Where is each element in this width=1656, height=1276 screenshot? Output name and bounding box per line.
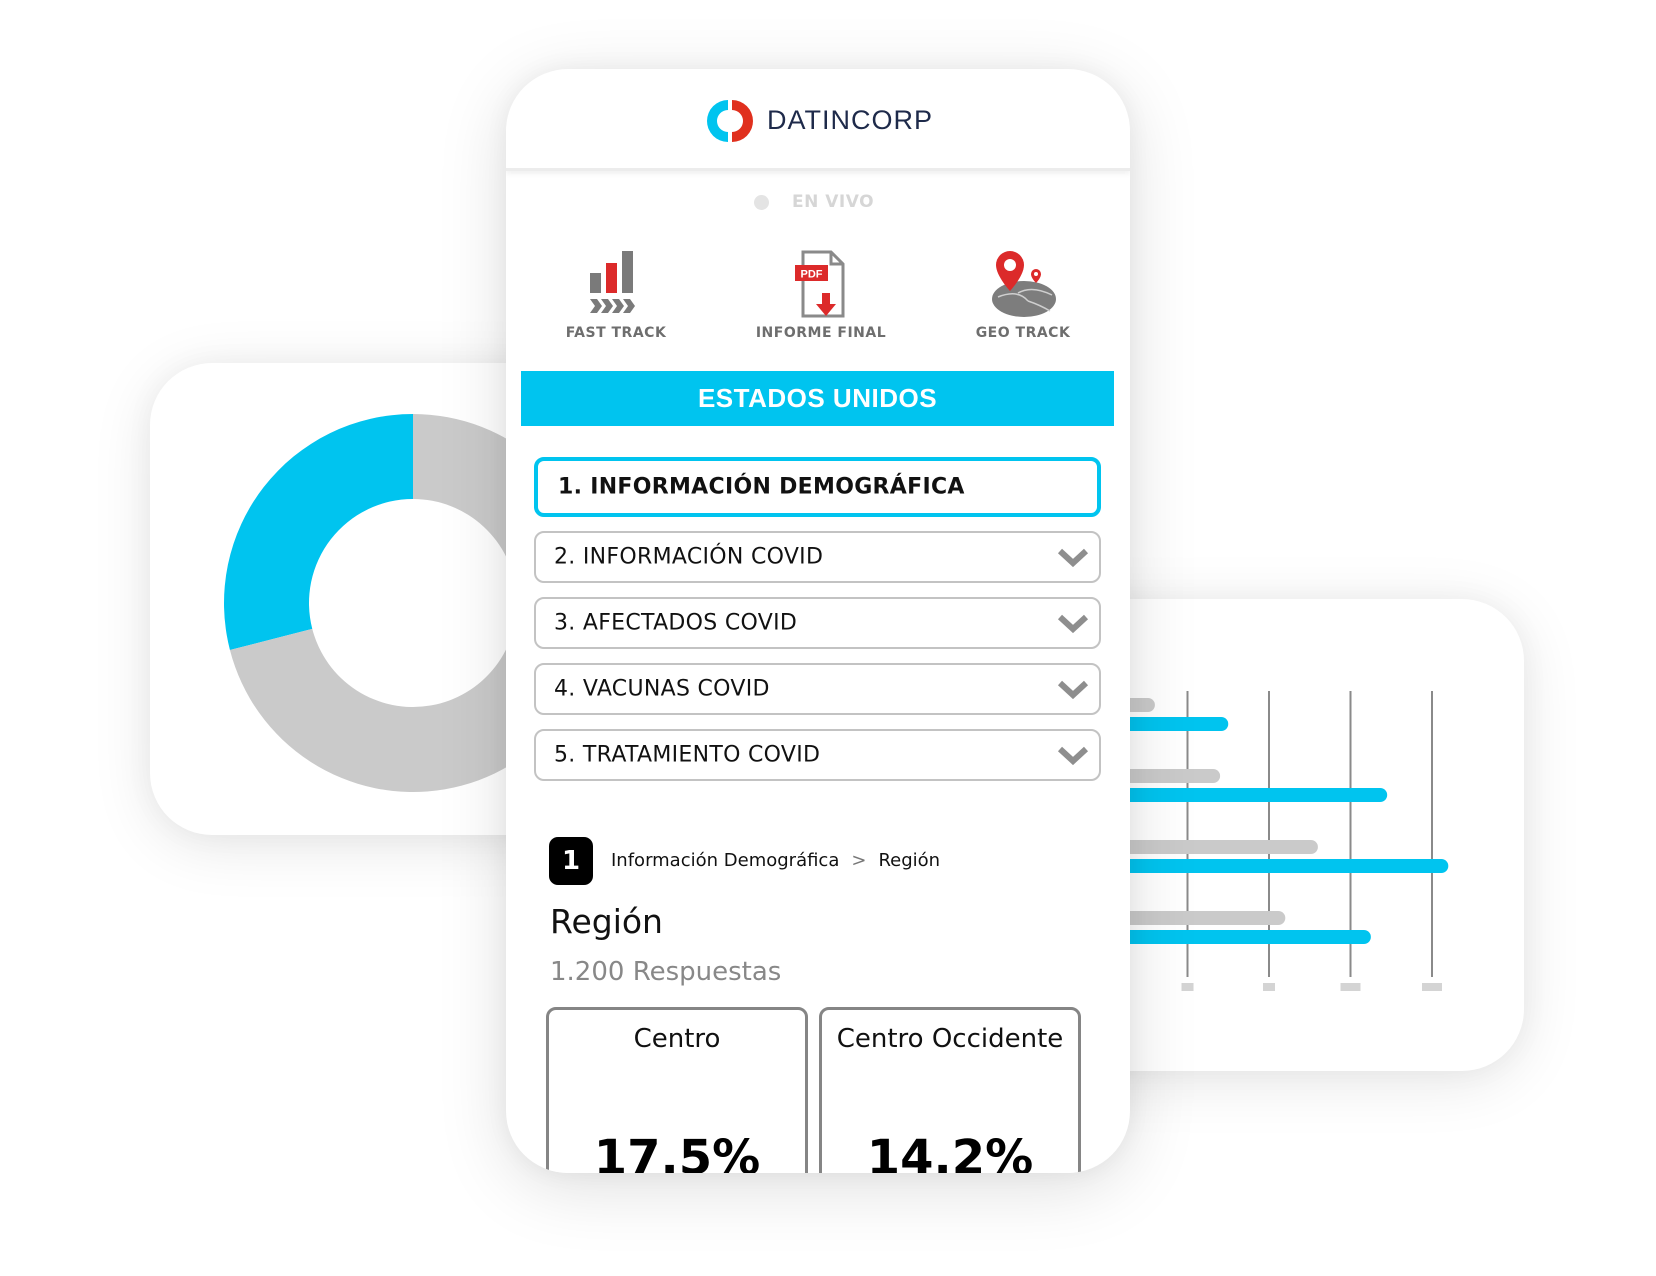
informe-final-label: INFORME FINAL: [755, 325, 887, 341]
live-label: EN VIVO: [792, 192, 875, 212]
datincorp-logo-icon: [707, 100, 753, 142]
chevron-down-icon: [1057, 548, 1089, 568]
section-item-tratamiento-covid[interactable]: 5. TRATAMIENTO COVID: [534, 729, 1101, 781]
section-item-vacunas-covid[interactable]: 4. VACUNAS COVID: [534, 663, 1101, 715]
breadcrumb-separator: >: [851, 850, 867, 871]
region-name: Centro: [633, 1024, 721, 1054]
fast-track-chart-icon: [590, 251, 635, 313]
map-pin-icon: [992, 251, 1056, 317]
tick-label-placeholder: [1263, 983, 1275, 991]
tick-label-placeholder: [1422, 983, 1442, 991]
tick-label-placeholder: [1181, 983, 1194, 991]
breadcrumb-current: Región: [878, 850, 941, 871]
tick-label-placeholder: [1340, 983, 1361, 991]
phone-screen: DATINCORP EN VIVO FAST TRACK PDF INFORME…: [506, 69, 1130, 1173]
informe-final-button[interactable]: PDF INFORME FINAL: [736, 249, 906, 349]
region-card[interactable]: Centro Occidente 14.2%: [819, 1007, 1081, 1173]
chevron-down-icon: [1057, 614, 1089, 634]
section-label: 5. TRATAMIENTO COVID: [554, 742, 821, 768]
live-indicator-icon: [754, 195, 769, 210]
geo-track-label: GEO TRACK: [975, 325, 1071, 341]
breadcrumb-section-link[interactable]: Información Demográfica: [611, 850, 839, 871]
chevron-down-icon: [1057, 680, 1089, 700]
section-label: 4. VACUNAS COVID: [554, 676, 770, 702]
country-banner: ESTADOS UNIDOS: [521, 371, 1114, 426]
donut-slice-blue: [224, 414, 413, 651]
pdf-download-icon: PDF: [795, 250, 845, 318]
app-header: DATINCORP: [506, 69, 1130, 171]
section-item-afectados-covid[interactable]: 3. AFECTADOS COVID: [534, 597, 1101, 649]
section-label: 1. INFORMACIÓN DEMOGRÁFICA: [558, 474, 965, 500]
section-item-demografica[interactable]: 1. INFORMACIÓN DEMOGRÁFICA: [534, 457, 1101, 517]
region-name: Centro Occidente: [836, 1024, 1064, 1054]
step-badge: 1: [549, 837, 593, 885]
geo-track-button[interactable]: GEO TRACK: [938, 249, 1108, 349]
section-item-informacion-covid[interactable]: 2. INFORMACIÓN COVID: [534, 531, 1101, 583]
question-title: Región: [550, 902, 663, 941]
fast-track-label: FAST TRACK: [565, 325, 667, 341]
svg-text:PDF: PDF: [801, 269, 823, 281]
region-card[interactable]: Centro 17.5%: [546, 1007, 808, 1173]
breadcrumb: 1 Información Demográfica > Región: [549, 837, 1109, 887]
brand-name: DATINCORP: [767, 105, 934, 135]
section-label: 2. INFORMACIÓN COVID: [554, 544, 824, 570]
live-status: EN VIVO: [506, 190, 1130, 216]
section-label: 3. AFECTADOS COVID: [554, 610, 798, 636]
region-value: 14.2%: [866, 1130, 1034, 1173]
chevron-down-icon: [1057, 746, 1089, 766]
response-count: 1.200 Respuestas: [550, 957, 782, 987]
fast-track-button[interactable]: FAST TRACK: [531, 249, 701, 349]
region-value: 17.5%: [593, 1130, 761, 1173]
